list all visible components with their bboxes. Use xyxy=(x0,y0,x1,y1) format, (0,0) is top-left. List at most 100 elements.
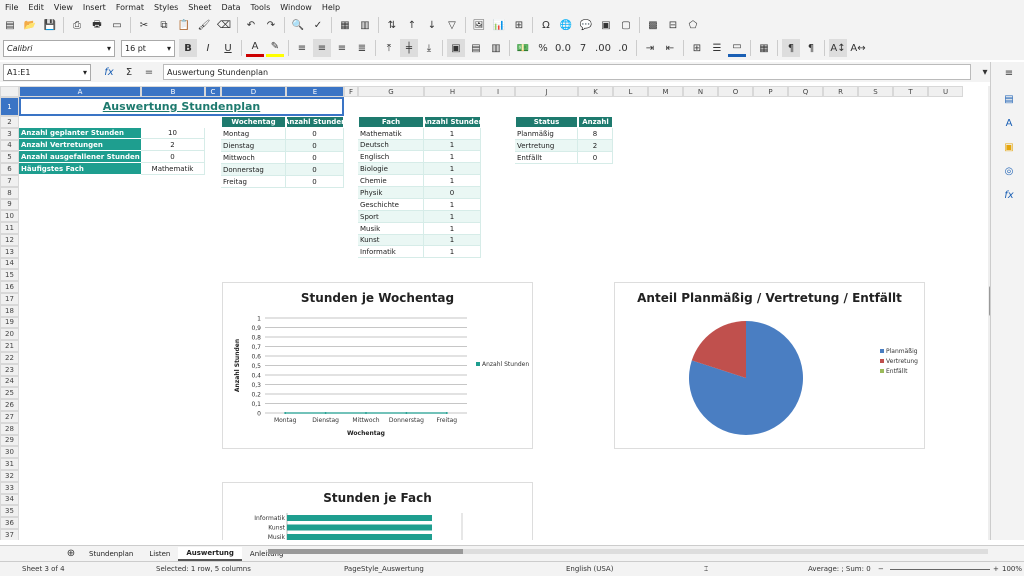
table-header[interactable]: Anzahl Stunden xyxy=(424,116,481,128)
row-header[interactable]: 4 xyxy=(0,139,19,152)
split-window-icon[interactable]: ⊟ xyxy=(664,16,682,34)
table-cell[interactable]: 1 xyxy=(424,163,481,175)
column-header[interactable]: N xyxy=(683,86,718,97)
number-format-icon[interactable]: 0.0 xyxy=(554,39,572,57)
border-style-icon[interactable]: ☰ xyxy=(708,39,726,57)
menu-insert[interactable]: Insert xyxy=(78,3,111,12)
row-header[interactable]: 37 xyxy=(0,529,19,540)
sort-ascending-icon[interactable]: ↑ xyxy=(403,16,421,34)
hyperlink-icon[interactable]: 🌐 xyxy=(557,16,575,34)
autofilter-icon[interactable]: ▽ xyxy=(443,16,461,34)
pivot-table-icon[interactable]: ⊞ xyxy=(510,16,528,34)
bold-icon[interactable]: B xyxy=(179,39,197,57)
table-cell[interactable]: Deutsch xyxy=(358,140,424,151)
row-header[interactable]: 24 xyxy=(0,375,19,388)
headers-footers-icon[interactable]: ▣ xyxy=(597,16,615,34)
save-icon[interactable]: 💾 xyxy=(41,16,59,34)
row-header[interactable]: 9 xyxy=(0,198,19,211)
table-cell[interactable]: Vertretung xyxy=(515,140,578,152)
table-cell[interactable]: 1 xyxy=(424,246,481,258)
undo-icon[interactable]: ↶ xyxy=(242,16,260,34)
align-right-icon[interactable]: ≡ xyxy=(333,39,351,57)
row-header[interactable]: 10 xyxy=(0,210,19,223)
summary-value[interactable]: Mathematik xyxy=(141,163,205,175)
navigator-icon[interactable]: ◎ xyxy=(1000,162,1018,180)
column-icon[interactable]: ▥ xyxy=(356,16,374,34)
row-header[interactable]: 19 xyxy=(0,316,19,329)
align-top-icon[interactable]: ⤒ xyxy=(380,39,398,57)
formula-input[interactable]: Auswertung Stundenplan xyxy=(163,64,971,80)
center-vertically-icon[interactable]: ╪ xyxy=(400,39,418,57)
justify-icon[interactable]: ≣ xyxy=(353,39,371,57)
table-cell[interactable]: 1 xyxy=(424,211,481,223)
table-cell[interactable]: Dienstag xyxy=(221,140,286,152)
row-header[interactable]: 36 xyxy=(0,517,19,529)
table-cell[interactable]: 0 xyxy=(286,140,344,152)
percent-icon[interactable]: % xyxy=(534,39,552,57)
column-header[interactable]: Q xyxy=(788,86,823,97)
align-left-icon[interactable]: ≡ xyxy=(293,39,311,57)
column-header[interactable]: T xyxy=(893,86,928,97)
column-header[interactable]: D xyxy=(221,86,286,97)
formula-icon[interactable]: = xyxy=(140,63,158,81)
row-icon[interactable]: ▦ xyxy=(336,16,354,34)
horizontal-scrollbar[interactable] xyxy=(268,549,988,554)
underline-icon[interactable]: U xyxy=(219,39,237,57)
table-cell[interactable]: 1 xyxy=(424,199,481,211)
page-style[interactable]: PageStyle_Auswertung xyxy=(344,565,424,573)
table-cell[interactable]: 0 xyxy=(286,152,344,164)
borders-icon[interactable]: ⊞ xyxy=(688,39,706,57)
currency-icon[interactable]: 💵 xyxy=(514,39,532,57)
column-header[interactable]: U xyxy=(928,86,963,97)
column-header[interactable]: P xyxy=(753,86,788,97)
table-cell[interactable]: 8 xyxy=(578,128,613,140)
menu-tools[interactable]: Tools xyxy=(246,3,276,12)
insert-image-icon[interactable]: 🖼 xyxy=(470,16,488,34)
conditional-format-icon[interactable]: ▦ xyxy=(755,39,773,57)
table-cell[interactable]: 1 xyxy=(424,140,481,151)
scrollbar-thumb[interactable] xyxy=(268,549,463,554)
row-header[interactable]: 22 xyxy=(0,352,19,364)
highlight-color-icon[interactable]: ✎ xyxy=(266,39,284,57)
row-header[interactable]: 23 xyxy=(0,363,19,376)
table-cell[interactable]: 1 xyxy=(424,235,481,246)
special-character-icon[interactable]: Ω xyxy=(537,16,555,34)
hamburger-menu-icon[interactable]: ≡ xyxy=(1000,64,1018,82)
table-cell[interactable]: Chemie xyxy=(358,175,424,187)
delete-decimal-icon[interactable]: .0 xyxy=(614,39,632,57)
menu-view[interactable]: View xyxy=(49,3,78,12)
menu-format[interactable]: Format xyxy=(111,3,149,12)
row-header[interactable]: 16 xyxy=(0,281,19,293)
sheet-tab-active[interactable]: Auswertung xyxy=(178,546,242,561)
table-cell[interactable]: 1 xyxy=(424,128,481,140)
table-cell[interactable]: 0 xyxy=(578,152,613,164)
merge-center-icon[interactable]: ▥ xyxy=(487,39,505,57)
table-cell[interactable]: Freitag xyxy=(221,176,286,188)
table-cell[interactable]: Kunst xyxy=(358,235,424,246)
row-header[interactable]: 13 xyxy=(0,245,19,258)
column-header[interactable]: E xyxy=(286,86,344,97)
status-pie-chart[interactable]: Anteil Planmäßig / Vertretung / Entfällt… xyxy=(614,282,925,449)
table-cell[interactable]: Geschichte xyxy=(358,199,424,211)
add-sheet-icon[interactable]: ⊕ xyxy=(62,545,80,563)
language-status[interactable]: English (USA) xyxy=(566,565,613,573)
horizontal-text-icon[interactable]: A↔ xyxy=(849,39,867,57)
summary-label[interactable]: Häufigstes Fach xyxy=(19,163,141,175)
table-cell[interactable]: Planmäßig xyxy=(515,128,578,140)
table-cell[interactable]: 0 xyxy=(424,187,481,199)
merge-cells-icon[interactable]: ▣ xyxy=(447,39,465,57)
row-header[interactable]: 18 xyxy=(0,304,19,317)
wrap-text-icon[interactable]: ▤ xyxy=(467,39,485,57)
sort-descending-icon[interactable]: ↓ xyxy=(423,16,441,34)
table-cell[interactable]: Physik xyxy=(358,187,424,199)
table-header[interactable]: Anzahl xyxy=(578,116,613,128)
summary-label[interactable]: Anzahl ausgefallener Stunden xyxy=(19,151,141,163)
row-header[interactable]: 20 xyxy=(0,328,19,341)
sheet-tab[interactable]: Stundenplan xyxy=(81,547,141,561)
row-header[interactable]: 3 xyxy=(0,127,19,140)
row-header[interactable]: 12 xyxy=(0,234,19,246)
column-header[interactable]: M xyxy=(648,86,683,97)
export-pdf-icon[interactable]: ⎙ xyxy=(68,16,86,34)
summary-value[interactable]: 2 xyxy=(141,139,205,151)
zoom-level[interactable]: 100% xyxy=(1002,565,1022,573)
